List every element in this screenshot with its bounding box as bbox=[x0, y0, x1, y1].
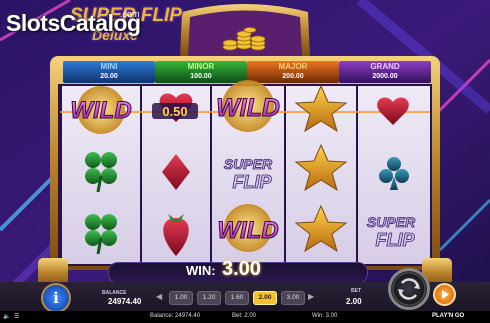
jackpot-name: GRAND bbox=[370, 62, 400, 71]
jackpot-name: MINI bbox=[100, 62, 118, 71]
win-label: WIN: bbox=[186, 263, 216, 278]
jackpot-value: 100.00 bbox=[190, 73, 212, 80]
jackpot-value: 200.00 bbox=[282, 73, 304, 80]
win-value: 3.00 bbox=[222, 258, 261, 280]
status-bet: Bet: 2.00 bbox=[232, 313, 257, 319]
autoplay-icon bbox=[442, 290, 449, 299]
spin-icon bbox=[398, 278, 420, 300]
jackpot-name: MINOR bbox=[187, 62, 215, 71]
provider-logo: PLAY'N GO bbox=[432, 313, 465, 319]
watermark-suffix: .com bbox=[120, 9, 140, 19]
jackpot-minor: MINOR 100.00 bbox=[155, 61, 247, 83]
arrow-right-icon[interactable]: ▶ bbox=[308, 292, 314, 301]
status-balance: Balance: 24974.40 bbox=[150, 313, 201, 319]
info-icon: i bbox=[53, 289, 59, 307]
status-win: Win: 3.00 bbox=[312, 313, 338, 319]
autoplay-button[interactable] bbox=[433, 283, 456, 306]
jackpot-value: 2000.00 bbox=[372, 73, 398, 80]
jackpot-major: MAJOR 200.00 bbox=[247, 61, 339, 83]
bet-value: 2.00 bbox=[346, 297, 362, 306]
arrow-left-icon[interactable]: ◀ bbox=[156, 292, 162, 301]
jackpot-name: MAJOR bbox=[278, 62, 308, 71]
volume-icon[interactable]: 🔈 bbox=[3, 313, 10, 320]
jackpot-grand: GRAND 2000.00 bbox=[339, 61, 431, 83]
bet-option[interactable]: 1.00 bbox=[169, 291, 193, 305]
bet-option[interactable]: 3.00 bbox=[281, 291, 305, 305]
jackpot-value: 20.00 bbox=[100, 73, 118, 80]
bet-option[interactable]: 1.60 bbox=[225, 291, 249, 305]
menu-icon[interactable]: ☰ bbox=[14, 313, 19, 320]
balance-value: 24974.40 bbox=[108, 297, 142, 306]
spin-button[interactable] bbox=[388, 268, 430, 310]
bet-option[interactable]: 1.20 bbox=[197, 291, 221, 305]
jackpot-mini: MINI 20.00 bbox=[63, 61, 155, 83]
balance-label: BALANCE bbox=[102, 290, 127, 296]
bet-option-selected[interactable]: 2.00 bbox=[253, 291, 277, 305]
info-button[interactable]: i bbox=[41, 283, 71, 313]
bet-label: BET bbox=[351, 288, 361, 294]
